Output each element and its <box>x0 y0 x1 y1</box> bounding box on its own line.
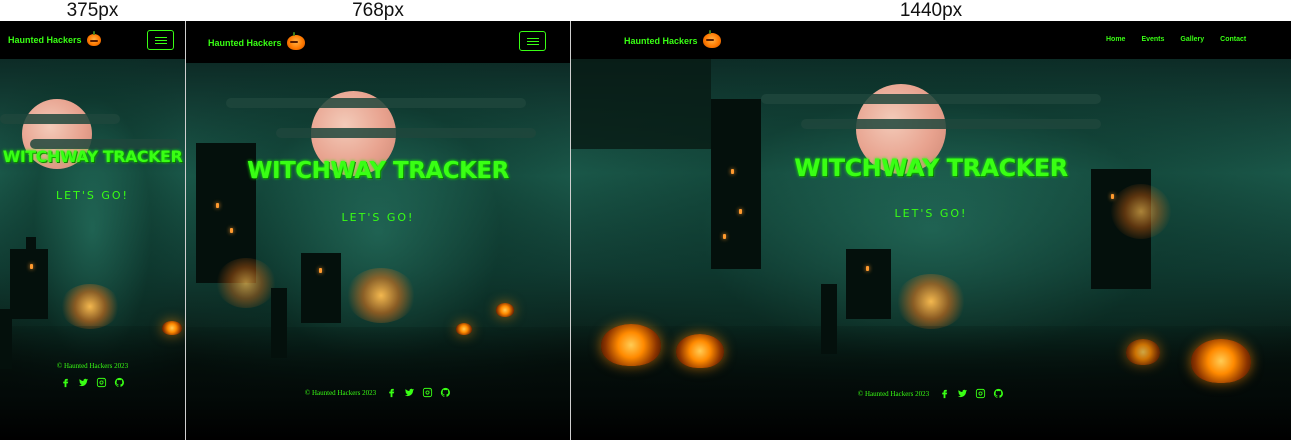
instagram-icon[interactable] <box>975 388 986 399</box>
label-375: 375px <box>66 0 119 21</box>
jack-o-lantern <box>496 303 514 317</box>
scarecrow-silhouette <box>271 288 287 358</box>
jack-o-lantern <box>601 324 661 366</box>
house-silhouette <box>301 253 341 323</box>
navbar: Haunted Hackers <box>0 21 185 59</box>
facebook-icon[interactable] <box>386 387 397 398</box>
cloud <box>0 114 120 124</box>
window-light <box>230 228 233 233</box>
tree-canopy <box>571 59 711 149</box>
lantern-glow <box>60 284 120 329</box>
brand-name: Haunted Hackers <box>624 35 698 46</box>
cloud <box>276 128 536 138</box>
hamburger-menu-button[interactable] <box>147 30 174 50</box>
tower-silhouette <box>26 237 36 251</box>
copyright-text: © Haunted Hackers 2023 <box>56 362 129 370</box>
pumpkin-icon <box>702 30 721 48</box>
social-links <box>386 387 451 398</box>
social-links <box>0 377 185 388</box>
lantern-glow <box>896 274 966 329</box>
lets-go-button[interactable]: LET'S GO! <box>0 189 185 202</box>
cloud <box>226 98 526 108</box>
footer: © Haunted Hackers 2023 <box>0 362 185 388</box>
house-silhouette <box>10 249 48 319</box>
facebook-icon[interactable] <box>939 388 950 399</box>
hero-title: WITCHWAY TRACKER <box>2 147 183 166</box>
window-light <box>723 234 726 239</box>
hamburger-menu-icon <box>154 36 167 38</box>
hero-background: WITCHWAY TRACKER LET'S GO! <box>571 59 1291 440</box>
mobile-viewport: Haunted Hackers WITCHWAY TRACKER LET'S G… <box>0 21 185 440</box>
castle-tower-silhouette <box>711 99 761 269</box>
twitter-icon[interactable] <box>78 377 89 388</box>
cloud <box>801 119 1101 129</box>
jack-o-lantern <box>162 321 182 335</box>
hamburger-menu-icon <box>526 37 539 39</box>
lets-go-button[interactable]: LET'S GO! <box>186 211 570 224</box>
hero-title: WITCHWAY TRACKER <box>794 154 1068 182</box>
cloud <box>761 94 1101 104</box>
instagram-icon[interactable] <box>422 387 433 398</box>
pumpkin-icon <box>286 32 305 50</box>
nav-link-gallery[interactable]: Gallery <box>1180 36 1204 43</box>
jack-o-lantern <box>676 334 724 368</box>
scarecrow-silhouette <box>821 284 837 354</box>
social-links <box>939 388 1004 399</box>
github-icon[interactable] <box>993 388 1004 399</box>
label-1440: 1440px <box>899 0 963 21</box>
instagram-icon[interactable] <box>96 377 107 388</box>
lantern-glow <box>346 268 416 323</box>
nav-link-contact[interactable]: Contact <box>1220 36 1246 43</box>
scarecrow-silhouette <box>0 309 12 369</box>
brand-link[interactable]: Haunted Hackers <box>624 30 721 48</box>
twitter-icon[interactable] <box>957 388 968 399</box>
navbar: Haunted Hackers <box>186 21 570 63</box>
copyright-text: © Haunted Hackers 2023 <box>857 389 930 398</box>
window-light <box>30 264 33 269</box>
copyright-text: © Haunted Hackers 2023 <box>304 388 377 397</box>
nav-links: Home Events Gallery Contact <box>1106 36 1246 43</box>
jack-o-lantern <box>456 323 472 335</box>
jack-o-lantern <box>1126 339 1160 365</box>
ground <box>186 326 570 440</box>
tablet-viewport: Haunted Hackers WITCHWAY TRACKER LET'S G… <box>186 21 570 440</box>
brand-name: Haunted Hackers <box>208 37 282 48</box>
desktop-viewport: Haunted Hackers Home Events Gallery Cont… <box>571 21 1291 440</box>
lantern-glow <box>216 258 276 308</box>
house-silhouette <box>846 249 891 319</box>
hero-title: WITCHWAY TRACKER <box>247 158 509 184</box>
nav-link-home[interactable]: Home <box>1106 36 1125 43</box>
jack-o-lantern <box>1191 339 1251 383</box>
footer: © Haunted Hackers 2023 <box>186 387 570 398</box>
window-light <box>216 203 219 208</box>
window-light <box>319 268 322 273</box>
brand-name: Haunted Hackers <box>8 35 82 45</box>
nav-link-events[interactable]: Events <box>1141 36 1164 43</box>
pumpkin-icon <box>86 31 101 46</box>
hero-background: WITCHWAY TRACKER LET'S GO! <box>186 63 570 440</box>
brand-link[interactable]: Haunted Hackers <box>8 31 101 46</box>
hamburger-menu-button[interactable] <box>519 31 546 51</box>
facebook-icon[interactable] <box>60 377 71 388</box>
navbar: Haunted Hackers Home Events Gallery Cont… <box>571 21 1291 59</box>
twitter-icon[interactable] <box>404 387 415 398</box>
github-icon[interactable] <box>440 387 451 398</box>
window-light <box>866 266 869 271</box>
label-768: 768px <box>352 0 404 21</box>
github-icon[interactable] <box>114 377 125 388</box>
lets-go-button[interactable]: LET'S GO! <box>571 207 1291 220</box>
footer: © Haunted Hackers 2023 <box>571 388 1291 399</box>
brand-link[interactable]: Haunted Hackers <box>208 32 305 50</box>
